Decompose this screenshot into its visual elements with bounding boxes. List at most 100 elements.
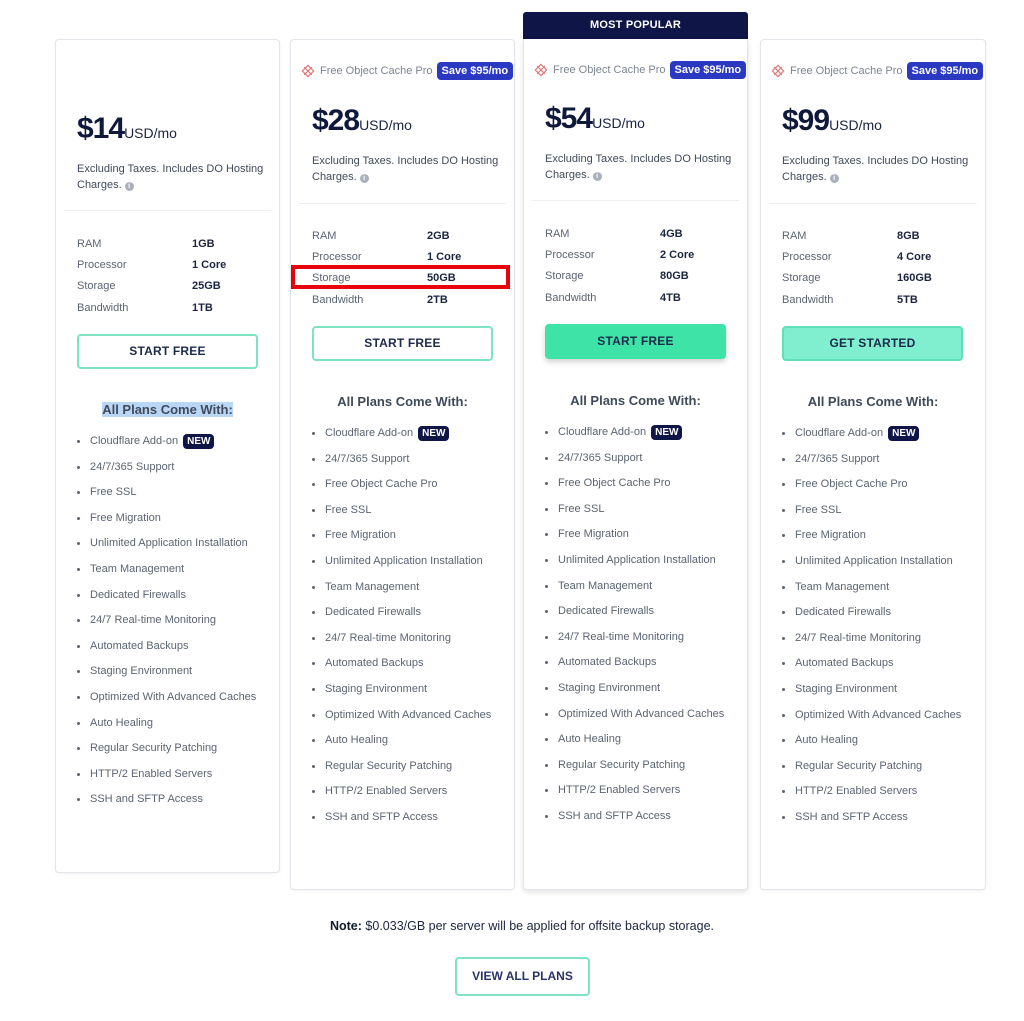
feature-item: Optimized With Advanced Caches: [782, 707, 967, 724]
feature-text: Team Management: [90, 562, 185, 575]
feature-text: HTTP/2 Enabled Servers: [90, 767, 213, 780]
start-free-button[interactable]: START FREE: [312, 326, 493, 361]
spec-row-bandwidth: Bandwidth 4TB: [545, 287, 735, 308]
feature-item: 24/7/365 Support: [312, 451, 497, 468]
spec-value: 1 Core: [192, 258, 227, 271]
feature-text: Automated Backups: [558, 656, 657, 669]
spec-row-storage: Storage 80GB: [545, 266, 735, 287]
tax-note: Excluding Taxes. Includes DO Hosting Cha…: [77, 161, 267, 193]
spec-value: 1GB: [192, 237, 215, 250]
info-icon[interactable]: i: [829, 174, 839, 183]
feature-text: Auto Healing: [325, 734, 388, 747]
feature-text: Free SSL: [325, 503, 372, 516]
feature-text: 24/7/365 Support: [558, 451, 643, 464]
feature-text: Free Migration: [795, 529, 866, 542]
price-amount: $14: [77, 112, 125, 145]
feature-text: HTTP/2 Enabled Servers: [795, 785, 918, 798]
feature-text: Team Management: [325, 580, 420, 593]
feature-item: Regular Security Patching: [545, 757, 730, 774]
feature-text: Free Migration: [90, 511, 161, 524]
feature-text: HTTP/2 Enabled Servers: [325, 785, 448, 798]
feature-item: Free SSL: [77, 484, 262, 501]
view-all-plans-button[interactable]: VIEW ALL PLANS: [455, 957, 590, 996]
feature-item: Dedicated Firewalls: [77, 587, 262, 604]
feature-text: Unlimited Application Installation: [558, 553, 716, 566]
feature-item: Unlimited Application Installation: [77, 535, 262, 552]
divider: [64, 210, 271, 211]
feature-text: Optimized With Advanced Caches: [558, 707, 725, 720]
feature-item: Unlimited Application Installation: [312, 553, 497, 570]
feature-text: Dedicated Firewalls: [325, 606, 421, 619]
info-icon[interactable]: i: [592, 172, 602, 181]
feature-text: Staging Environment: [325, 682, 428, 695]
spec-value: 4 Core: [897, 250, 932, 263]
feature-text: Staging Environment: [90, 665, 193, 678]
feature-text: Unlimited Application Installation: [795, 554, 953, 567]
feature-text: Dedicated Firewalls: [90, 588, 186, 601]
spec-row-ram: RAM 1GB: [77, 233, 267, 254]
spec-list: RAM 1GB Processor 1 Core Storage 25GB Bandwidt…: [77, 233, 267, 318]
feature-text: Free Object Cache Pro: [558, 477, 671, 490]
feature-item: Auto Healing: [77, 715, 262, 732]
feature-text: Cloudflare Add-on: [90, 435, 179, 447]
feature-text: SSH and SFTP Access: [325, 810, 438, 823]
spec-value: 4GB: [660, 227, 683, 240]
spec-value: 80GB: [660, 270, 689, 283]
features-title: All Plans Come With:: [337, 394, 468, 409]
spec-label: Processor: [77, 258, 127, 271]
spec-row-bandwidth: Bandwidth 1TB: [77, 297, 267, 318]
spec-label: RAM: [782, 229, 807, 242]
feature-text: Team Management: [795, 580, 890, 593]
feature-text: 24/7/365 Support: [795, 452, 880, 465]
feature-list: Cloudflare Add-on NEW 24/7/365 Support Fre…: [312, 425, 497, 835]
info-icon[interactable]: i: [124, 182, 134, 191]
new-badge: NEW: [183, 434, 215, 449]
spec-value: 8GB: [897, 229, 920, 242]
spec-row-processor: Processor 4 Core: [782, 246, 972, 267]
feature-text: 24/7/365 Support: [325, 452, 410, 465]
spec-value: 2 Core: [660, 248, 695, 261]
feature-item: SSH and SFTP Access: [782, 809, 967, 826]
spec-row-ram: RAM 4GB: [545, 223, 735, 244]
spec-value: 160GB: [897, 272, 932, 285]
object-cache-icon: [771, 64, 785, 78]
get-started-button[interactable]: GET STARTED: [782, 326, 963, 361]
feature-item: Optimized With Advanced Caches: [77, 689, 262, 706]
feature-item: Dedicated Firewalls: [782, 604, 967, 621]
spec-value: 1TB: [192, 301, 213, 314]
price-unit: USD/mo: [592, 115, 645, 131]
divider: [769, 203, 977, 204]
spec-label: Storage: [782, 272, 821, 285]
promo-row: Free Object Cache Pro Save $95/mo: [534, 61, 747, 79]
feature-item: 24/7 Real-time Monitoring: [77, 612, 262, 629]
feature-text: Optimized With Advanced Caches: [325, 708, 492, 721]
info-icon[interactable]: i: [359, 174, 369, 183]
feature-text: Dedicated Firewalls: [795, 606, 891, 619]
feature-text: Automated Backups: [325, 657, 424, 670]
feature-text: Cloudflare Add-on: [558, 426, 647, 438]
plan-price: $28 USD/mo: [312, 104, 412, 138]
feature-text: Free Object Cache Pro: [795, 478, 908, 491]
spec-label: Storage: [77, 280, 116, 293]
feature-item: Automated Backups: [312, 655, 497, 672]
start-free-button[interactable]: START FREE: [77, 334, 258, 369]
note-text: $0.033/GB per server will be applied for…: [361, 919, 714, 933]
feature-item: Free Migration: [312, 527, 497, 544]
save-badge: Save $95/mo: [436, 62, 514, 80]
feature-item: SSH and SFTP Access: [545, 808, 730, 825]
promo-row: Free Object Cache Pro Save $95/mo: [771, 62, 984, 80]
feature-item: Free Migration: [77, 510, 262, 527]
promo-text: Free Object Cache Pro: [320, 65, 433, 77]
feature-text: Optimized With Advanced Caches: [795, 708, 962, 721]
start-free-button[interactable]: START FREE: [545, 324, 726, 359]
feature-item: Team Management: [545, 578, 730, 595]
divider: [299, 203, 506, 204]
feature-text: Free Migration: [325, 529, 396, 542]
feature-item: Unlimited Application Installation: [782, 553, 967, 570]
feature-text: Team Management: [558, 579, 653, 592]
feature-list: Cloudflare Add-on NEW 24/7/365 Support Fre…: [77, 433, 262, 817]
save-badge: Save $95/mo: [669, 61, 747, 79]
feature-text: HTTP/2 Enabled Servers: [558, 784, 681, 797]
feature-item: Auto Healing: [782, 732, 967, 749]
tax-note-text: Excluding Taxes. Includes DO Hosting Cha…: [77, 163, 264, 191]
